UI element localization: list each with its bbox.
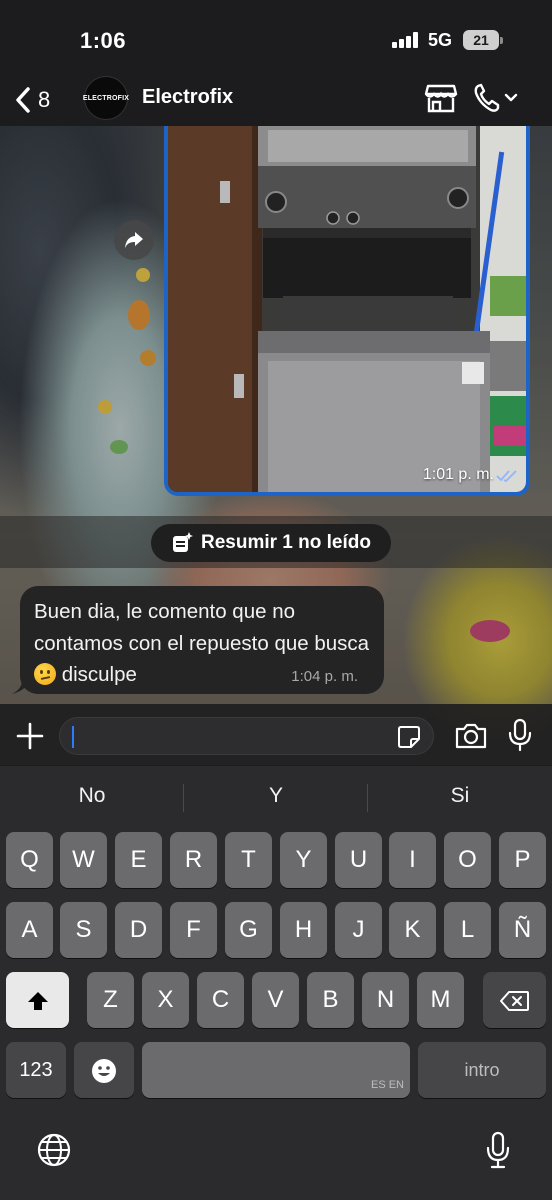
microphone-icon	[508, 718, 532, 752]
key-i[interactable]: I	[389, 832, 436, 888]
contact-name[interactable]: Electrofix	[142, 86, 233, 109]
chat-header: 8 ELECTROFIX Electrofix	[0, 76, 552, 126]
key-d[interactable]: D	[115, 902, 162, 958]
key-y[interactable]: Y	[280, 832, 327, 888]
suggestion-3[interactable]: Si	[368, 784, 552, 808]
key-a[interactable]: A	[6, 902, 53, 958]
key-w[interactable]: W	[60, 832, 107, 888]
key-m[interactable]: M	[417, 972, 464, 1028]
emoji-face-icon	[92, 1058, 116, 1083]
cellular-signal-icon	[392, 32, 420, 48]
battery-icon: 21	[463, 30, 499, 50]
message-input[interactable]	[59, 717, 434, 755]
read-receipt-icon	[496, 470, 517, 483]
status-time: 1:06	[80, 28, 127, 53]
image-message-time: 1:01 p. m.	[422, 466, 494, 483]
key-u[interactable]: U	[335, 832, 382, 888]
keyboard-bottom-bar	[0, 1120, 552, 1200]
numbers-key[interactable]: 123	[6, 1042, 66, 1098]
key-p[interactable]: P	[499, 832, 546, 888]
network-type: 5G	[428, 30, 453, 50]
key-z[interactable]: Z	[87, 972, 134, 1028]
voice-note-button[interactable]	[506, 718, 534, 752]
catalog-button[interactable]	[424, 82, 458, 114]
globe-icon	[37, 1133, 71, 1167]
incoming-message[interactable]: Buen dia, le comento que no contamos con…	[20, 586, 384, 694]
delete-key[interactable]	[483, 972, 546, 1028]
message-text-after-emoji: disculpe	[56, 663, 137, 686]
washer-dryer-photo	[168, 126, 526, 492]
suggestion-bar: No Y Si	[0, 766, 552, 828]
space-bar[interactable]: ES EN	[142, 1042, 410, 1098]
key-r[interactable]: R	[170, 832, 217, 888]
sticker-button[interactable]	[397, 725, 421, 749]
return-key[interactable]: intro	[418, 1042, 546, 1098]
storefront-icon	[424, 84, 458, 113]
camera-icon	[455, 723, 487, 749]
message-composer	[0, 704, 552, 766]
key-c[interactable]: C	[197, 972, 244, 1028]
sticker-icon	[398, 726, 420, 748]
image-message[interactable]: 1:01 p. m.	[164, 126, 530, 496]
incoming-message-time: 1:04 p. m.	[291, 668, 358, 685]
key-x[interactable]: X	[142, 972, 189, 1028]
emoji-key[interactable]	[74, 1042, 134, 1098]
text-caret	[72, 726, 74, 748]
suggestion-1[interactable]: No	[0, 784, 184, 808]
message-text-before-emoji: Buen dia, le comento que no contamos con…	[34, 600, 370, 655]
key-e[interactable]: E	[115, 832, 162, 888]
key-q[interactable]: Q	[6, 832, 53, 888]
dictation-button[interactable]	[484, 1130, 512, 1170]
unread-chats-count: 8	[38, 87, 51, 112]
shift-arrow-icon	[27, 991, 48, 1010]
key-k[interactable]: K	[389, 902, 436, 958]
phone-icon	[474, 83, 518, 112]
backspace-icon	[499, 990, 529, 1011]
key-f[interactable]: F	[170, 902, 217, 958]
confused-face-emoji	[34, 663, 56, 685]
globe-button[interactable]	[36, 1132, 72, 1168]
avatar-logo-text: ELECTROFIX	[82, 94, 130, 102]
key-n[interactable]: N	[362, 972, 409, 1028]
summarize-unread-button[interactable]: Resumir 1 no leído	[151, 524, 391, 562]
key-j[interactable]: J	[335, 902, 382, 958]
battery-tip	[500, 37, 503, 44]
status-bar: 1:06 5G 21	[0, 0, 552, 76]
key-o[interactable]: O	[444, 832, 491, 888]
key-s[interactable]: S	[60, 902, 107, 958]
plus-icon	[16, 722, 44, 750]
contact-avatar[interactable]: ELECTROFIX	[82, 76, 130, 120]
back-button[interactable]: 8	[14, 82, 66, 118]
chevron-left-icon	[16, 87, 30, 113]
voice-call-button[interactable]	[472, 82, 522, 114]
suggestion-2[interactable]: Y	[184, 784, 368, 808]
forward-button[interactable]	[114, 220, 154, 260]
key-g[interactable]: G	[225, 902, 272, 958]
summarize-unread-label: Resumir 1 no leído	[201, 532, 371, 553]
dictation-microphone-icon	[486, 1131, 510, 1169]
summary-sparkle-icon	[173, 532, 193, 552]
keyboard-language-label: ES EN	[370, 1079, 404, 1091]
attach-button[interactable]	[14, 720, 46, 752]
camera-button[interactable]	[454, 722, 488, 750]
key-b[interactable]: B	[307, 972, 354, 1028]
key-h[interactable]: H	[280, 902, 327, 958]
key-enye[interactable]: Ñ	[499, 902, 546, 958]
forward-arrow-icon	[125, 232, 143, 248]
key-t[interactable]: T	[225, 832, 272, 888]
shift-key[interactable]	[6, 972, 69, 1028]
key-l[interactable]: L	[444, 902, 491, 958]
key-v[interactable]: V	[252, 972, 299, 1028]
